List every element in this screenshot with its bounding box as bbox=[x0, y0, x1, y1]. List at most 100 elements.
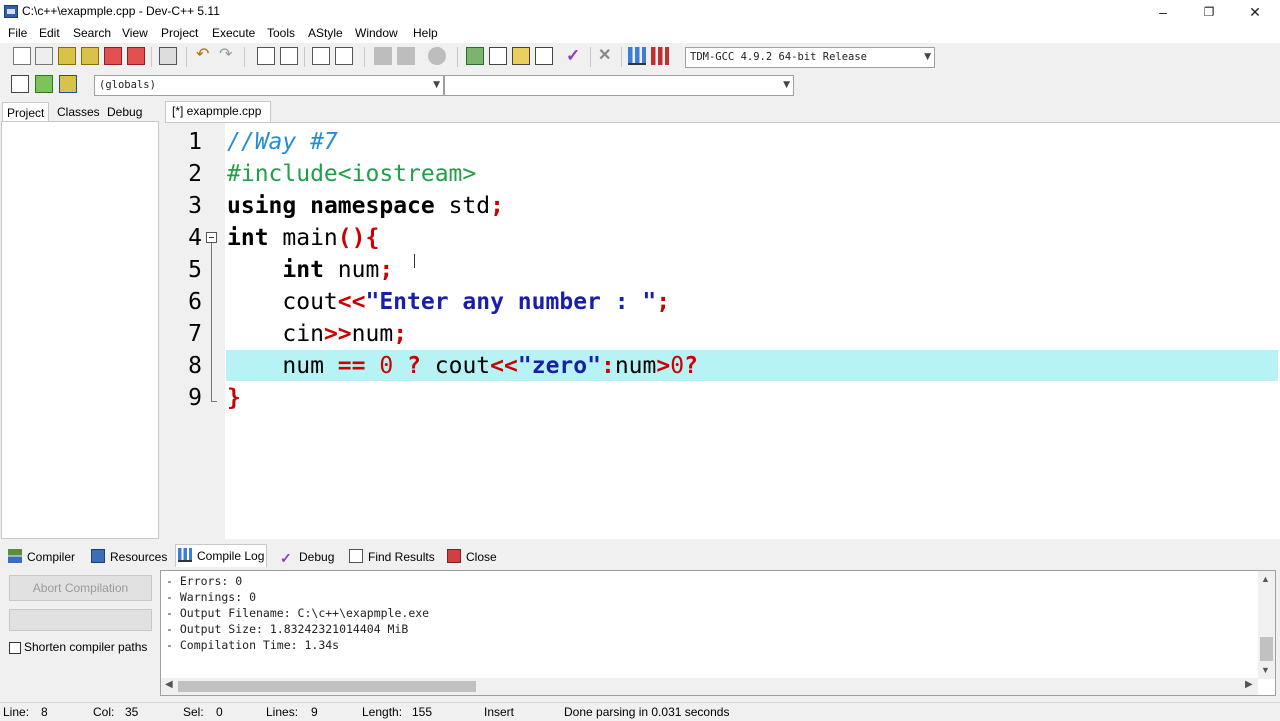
status-bar: Line: 8 Col: 35 Sel: 0 Lines: 9 Length: … bbox=[0, 702, 1280, 721]
abort-compilation-button[interactable]: Abort Compilation bbox=[9, 575, 152, 601]
bottom-panel-tabs: Compiler Resources Compile Log ✓ Debug Fi… bbox=[0, 541, 1280, 569]
status-col-label: Col: bbox=[93, 705, 115, 719]
toggle-bookmark-icon[interactable] bbox=[397, 47, 415, 65]
indent-icon[interactable] bbox=[335, 47, 353, 65]
compiler-select-value: TDM-GCC 4.9.2 64-bit Release bbox=[690, 51, 868, 63]
find-results-icon bbox=[349, 549, 363, 563]
main-toolbar: ↶ ↷ ✓ ✕ TDM-GCC 4.9.2 64-bit Release ▼ bbox=[0, 43, 1280, 71]
menu-execute[interactable]: Execute bbox=[212, 26, 255, 40]
tab-project[interactable]: Project bbox=[2, 102, 50, 123]
line-number: 4 bbox=[188, 225, 202, 251]
menu-file[interactable]: File bbox=[8, 26, 27, 40]
tab-resources[interactable]: Resources bbox=[91, 546, 167, 568]
toggle-icon[interactable] bbox=[35, 75, 53, 93]
project-options-icon[interactable] bbox=[489, 47, 507, 65]
tab-compile-log-label: Compile Log bbox=[197, 549, 265, 563]
status-line-label: Line: bbox=[3, 705, 30, 719]
save-all-icon[interactable] bbox=[81, 47, 99, 65]
fold-line bbox=[211, 243, 212, 401]
menu-project[interactable]: Project bbox=[161, 26, 198, 40]
menu-edit[interactable]: Edit bbox=[39, 26, 60, 40]
title-bar: C:\c++\exapmple.cpp - Dev-C++ 5.11 – ❐ ✕ bbox=[0, 0, 1280, 24]
status-col-value: 35 bbox=[125, 705, 139, 719]
window-layout-icon[interactable] bbox=[535, 47, 553, 65]
menu-astyle[interactable]: AStyle bbox=[308, 26, 343, 40]
log-line: - Errors: 0 bbox=[166, 574, 243, 588]
code-line: } bbox=[227, 385, 241, 411]
tab-debug-bottom[interactable]: ✓ Debug bbox=[280, 546, 334, 568]
close-file-icon[interactable] bbox=[104, 47, 122, 65]
log-line: - Compilation Time: 1.34s bbox=[166, 638, 340, 652]
insert-icon[interactable] bbox=[11, 75, 29, 93]
save-icon[interactable] bbox=[58, 47, 76, 65]
tab-compiler[interactable]: Compiler bbox=[8, 546, 75, 568]
new-class-icon[interactable] bbox=[466, 47, 484, 65]
scroll-left-icon[interactable]: ◀ bbox=[165, 679, 173, 690]
chevron-down-icon: ▼ bbox=[433, 80, 440, 90]
debug-check-icon: ✓ bbox=[280, 550, 292, 566]
menu-view[interactable]: View bbox=[122, 26, 148, 40]
status-lines-label: Lines: bbox=[266, 705, 299, 719]
status-sel-label: Sel: bbox=[183, 705, 204, 719]
menu-tools[interactable]: Tools bbox=[267, 26, 295, 40]
compiler-select[interactable]: TDM-GCC 4.9.2 64-bit Release ▼ bbox=[685, 47, 935, 68]
new-file-icon[interactable] bbox=[13, 47, 31, 65]
status-mode: Insert bbox=[484, 705, 515, 719]
redo-icon[interactable]: ↷ bbox=[219, 47, 237, 65]
delete-profile-icon[interactable] bbox=[651, 47, 669, 65]
scroll-thumb[interactable] bbox=[1260, 637, 1273, 661]
profile-icon[interactable] bbox=[628, 47, 646, 65]
print-icon[interactable] bbox=[159, 47, 177, 65]
menu-window[interactable]: Window bbox=[355, 26, 398, 40]
scroll-thumb-horizontal[interactable] bbox=[178, 681, 476, 692]
tab-debug[interactable]: Debug bbox=[103, 102, 146, 122]
log-line: - Output Size: 1.83242321014404 MiB bbox=[166, 622, 409, 636]
fullscreen-icon[interactable] bbox=[512, 47, 530, 65]
restore-button[interactable]: ❐ bbox=[1186, 0, 1232, 24]
goto-line-icon[interactable] bbox=[312, 47, 330, 65]
line-number: 3 bbox=[188, 193, 202, 219]
project-browser[interactable] bbox=[1, 121, 159, 539]
close-window-button[interactable]: ✕ bbox=[1232, 0, 1278, 24]
open-project-icon[interactable] bbox=[35, 47, 53, 65]
undo-icon[interactable]: ↶ bbox=[196, 47, 214, 65]
window-title: C:\c++\exapmple.cpp - Dev-C++ 5.11 bbox=[22, 4, 220, 18]
status-lines-value: 9 bbox=[311, 705, 318, 719]
check-syntax-icon[interactable]: ✓ bbox=[566, 47, 584, 65]
scroll-down-icon[interactable]: ▼ bbox=[1261, 665, 1270, 675]
goto-bookmark-icon[interactable] bbox=[428, 47, 446, 65]
member-select[interactable]: ▼ bbox=[444, 75, 794, 96]
fold-toggle-icon[interactable] bbox=[206, 232, 217, 243]
log-vertical-scrollbar[interactable]: ▲ ▼ bbox=[1258, 571, 1275, 679]
scope-select-value: (globals) bbox=[99, 79, 156, 91]
shorten-paths-checkbox[interactable] bbox=[9, 642, 21, 654]
close-icon bbox=[447, 549, 461, 563]
close-all-icon[interactable] bbox=[127, 47, 145, 65]
resources-icon bbox=[91, 549, 105, 563]
compiler-controls: Abort Compilation Shorten compiler paths bbox=[0, 569, 160, 699]
stop-icon[interactable]: ✕ bbox=[598, 47, 616, 65]
menu-search[interactable]: Search bbox=[73, 26, 111, 40]
line-number: 6 bbox=[188, 289, 202, 315]
scroll-up-icon[interactable]: ▲ bbox=[1261, 574, 1270, 584]
tab-classes[interactable]: Classes bbox=[53, 102, 104, 122]
tab-compile-log[interactable]: Compile Log bbox=[175, 544, 268, 567]
find-icon[interactable] bbox=[257, 47, 275, 65]
status-message: Done parsing in 0.031 seconds bbox=[564, 705, 730, 719]
editor-tab[interactable]: [*] exapmple.cpp bbox=[165, 101, 271, 122]
unindent-icon[interactable] bbox=[374, 47, 392, 65]
line-number: 7 bbox=[188, 321, 202, 347]
scope-select[interactable]: (globals) ▼ bbox=[94, 75, 444, 96]
log-horizontal-scrollbar[interactable]: ◀ ▶ bbox=[161, 678, 1258, 695]
minimize-button[interactable]: – bbox=[1140, 0, 1186, 24]
tab-close[interactable]: Close bbox=[447, 546, 497, 568]
tab-find-results[interactable]: Find Results bbox=[349, 546, 435, 568]
replace-icon[interactable] bbox=[280, 47, 298, 65]
menu-help[interactable]: Help bbox=[413, 26, 438, 40]
log-line: - Output Filename: C:\c++\exapmple.exe bbox=[166, 606, 430, 620]
status-length-label: Length: bbox=[362, 705, 403, 719]
goto-icon[interactable] bbox=[59, 75, 77, 93]
code-line: cout<<"Enter any number : "; bbox=[227, 289, 671, 315]
scroll-right-icon[interactable]: ▶ bbox=[1245, 679, 1253, 690]
tab-close-label: Close bbox=[466, 550, 497, 564]
